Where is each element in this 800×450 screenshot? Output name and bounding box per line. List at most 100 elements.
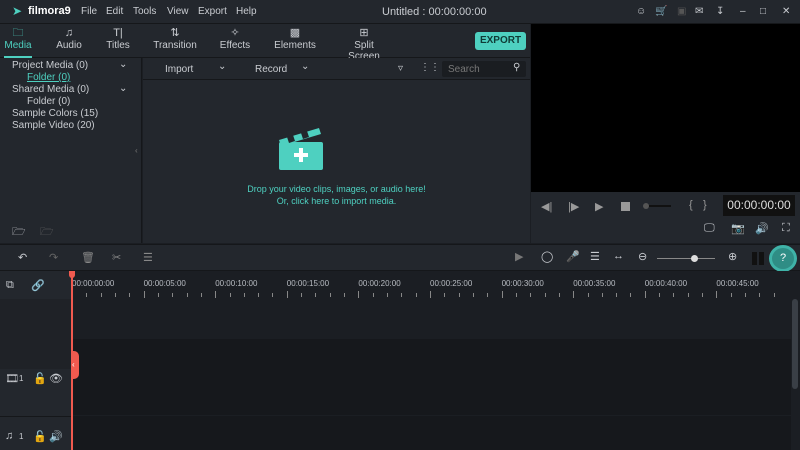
shared-folder[interactable]: Folder (0) [27, 96, 70, 107]
ruler-tick [430, 291, 431, 298]
video-track[interactable] [71, 339, 791, 415]
tab-transition[interactable]: ⇅Transition [153, 24, 197, 58]
snapshot-icon[interactable]: 📷 [731, 222, 745, 235]
render-preview-icon[interactable]: ▶ [515, 250, 523, 263]
drop-hint[interactable]: Drop your video clips, images, or audio … [143, 184, 530, 194]
stop-icon[interactable] [621, 202, 630, 211]
chevron-down-icon[interactable]: ⌄ [119, 83, 127, 94]
help-button[interactable]: ? [769, 245, 797, 272]
cut-icon[interactable]: ✂ [112, 251, 121, 264]
eye-icon[interactable]: 👁 [49, 372, 63, 385]
volume-icon[interactable]: 🔊 [755, 222, 769, 235]
menu-export[interactable]: Export [198, 6, 227, 17]
panel-toggle-icon[interactable] [752, 252, 764, 265]
play-icon[interactable]: ▶ [595, 200, 603, 213]
zoom-in-icon[interactable]: ⊕ [728, 250, 737, 263]
menu-file[interactable]: File [81, 6, 97, 17]
import-link[interactable]: Or, click here to import media. [143, 196, 530, 206]
account-icon[interactable]: ☺ [636, 6, 646, 17]
fit-icon[interactable]: ↔ [613, 250, 624, 262]
ruler-tick [172, 293, 173, 297]
tab-elements[interactable]: ▩Elements [274, 24, 316, 58]
mail-icon[interactable]: ✉ [695, 6, 703, 17]
tab-media[interactable]: 🗀Media [4, 24, 32, 58]
collapse-panel-icon[interactable]: ‹ [72, 351, 79, 379]
menu-view[interactable]: View [167, 6, 189, 17]
delete-icon[interactable]: 🗑 [81, 251, 95, 264]
mark-out[interactable]: } [703, 199, 707, 211]
speaker-icon[interactable]: 🔊 [49, 430, 63, 443]
playhead-handle[interactable] [69, 271, 75, 278]
audio-track[interactable] [71, 416, 791, 450]
ruler-label: 00:00:05:00 [144, 279, 186, 288]
timeline-scrollbar[interactable] [791, 271, 800, 450]
filter-icon[interactable]: ▿ [398, 63, 403, 74]
search-icon[interactable]: ⚲ [513, 62, 520, 73]
shared-media[interactable]: Shared Media (0) [12, 84, 89, 95]
zoom-out-icon[interactable]: ⊖ [638, 250, 647, 263]
menu-edit[interactable]: Edit [106, 6, 123, 17]
voiceover-icon[interactable]: 🎤 [566, 250, 580, 263]
tab-titles[interactable]: T|Titles [104, 24, 132, 58]
import-dropdown[interactable]: Import [165, 64, 193, 75]
lock-icon[interactable]: 🔓 [33, 372, 47, 385]
render-icon[interactable]: 🖵 [704, 222, 715, 235]
search-input[interactable]: Search ⚲ [442, 61, 526, 77]
tab-split-screen[interactable]: ⊞Split Screen [338, 24, 390, 58]
sample-colors[interactable]: Sample Colors (15) [12, 108, 98, 119]
export-button[interactable]: EXPORT [475, 32, 526, 50]
zoom-slider[interactable] [657, 258, 715, 259]
tab-audio[interactable]: ♫Audio [54, 24, 84, 58]
delete-folder-icon[interactable]: 🗁 [40, 223, 54, 242]
ruler-tick [144, 291, 145, 298]
chevron-down-icon[interactable]: ⌄ [218, 61, 226, 72]
chevron-down-icon[interactable]: ⌄ [301, 61, 309, 72]
mark-in[interactable]: { [689, 199, 693, 211]
audio-track-icon: ♫ [5, 430, 13, 442]
scrollbar-thumb[interactable] [792, 299, 798, 389]
ruler-tick [158, 293, 159, 297]
project-folder[interactable]: Folder (0) [27, 72, 70, 83]
media-area[interactable]: Drop your video clips, images, or audio … [143, 58, 530, 243]
redo-icon[interactable]: ↷ [49, 251, 58, 264]
adjust-icon[interactable]: ☰ [143, 251, 153, 264]
fullscreen-icon[interactable]: ⛶ [782, 222, 790, 235]
new-folder-icon[interactable]: 🗁 [12, 223, 26, 242]
download-icon[interactable]: ↧ [716, 6, 724, 17]
project-media[interactable]: Project Media (0) [12, 60, 88, 71]
grid-icon[interactable]: ⋮⋮ [420, 62, 440, 73]
zoom-slider-handle[interactable] [691, 255, 698, 262]
ruler-tick [344, 293, 345, 297]
logo-icon: ➤ [12, 4, 22, 18]
minimize-button[interactable]: – [740, 6, 746, 17]
play-frame-icon[interactable]: |▶ [568, 200, 579, 213]
tab-effects[interactable]: ✧Effects [218, 24, 252, 58]
prev-frame-icon[interactable]: ◀| [541, 200, 552, 213]
close-button[interactable]: ✕ [782, 6, 790, 17]
ruler-tick [516, 293, 517, 297]
chevron-down-icon[interactable]: ⌄ [119, 59, 127, 70]
sample-video[interactable]: Sample Video (20) [12, 120, 95, 131]
timeline-ruler[interactable]: 00:00:00:0000:00:05:0000:00:10:0000:00:1… [71, 271, 791, 299]
maximize-button[interactable]: □ [760, 6, 766, 17]
clapperboard-icon[interactable] [273, 122, 329, 172]
menu-tools[interactable]: Tools [133, 6, 156, 17]
ruler-tick [688, 293, 689, 297]
ruler-tick [287, 291, 288, 298]
cart-icon[interactable]: 🛒 [655, 6, 667, 17]
link-icon[interactable]: 🔗 [31, 279, 45, 292]
collapse-icon[interactable]: ‹ [135, 146, 138, 155]
ruler-tick [301, 293, 302, 297]
audio-mixer-icon[interactable]: ☰ [590, 250, 600, 263]
lock-icon[interactable]: 🔓 [33, 430, 47, 443]
menu-help[interactable]: Help [236, 6, 257, 17]
ruler-tick [187, 293, 188, 297]
marker-icon[interactable]: ◯ [541, 250, 553, 263]
ruler-tick [774, 293, 775, 297]
ruler-tick [444, 293, 445, 297]
track-empty[interactable] [71, 299, 791, 339]
undo-icon[interactable]: ↶ [18, 251, 27, 264]
record-dropdown[interactable]: Record [255, 64, 287, 75]
save-icon[interactable]: ▣ [677, 6, 686, 17]
add-track-icon[interactable]: ⧉ [6, 279, 14, 292]
